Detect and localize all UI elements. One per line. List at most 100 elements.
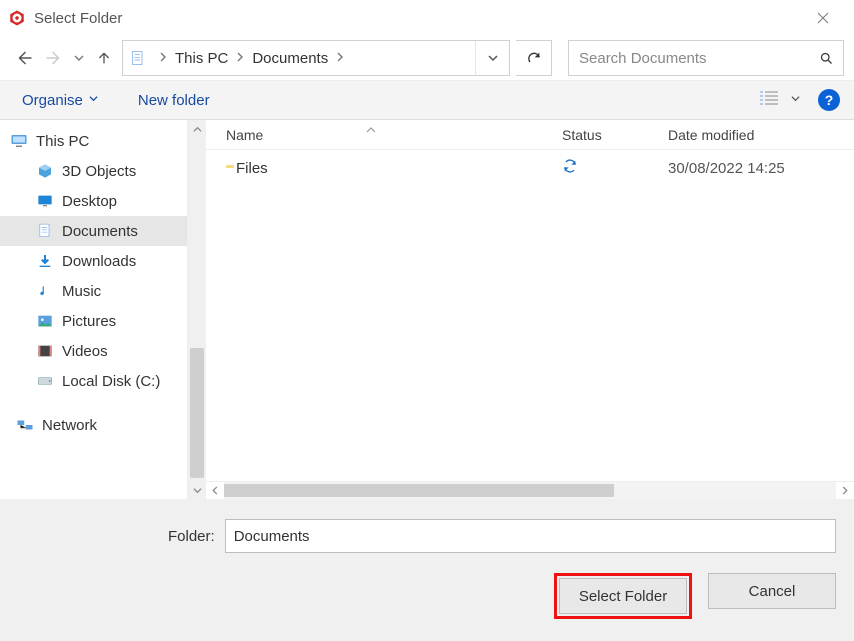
organise-button[interactable]: Organise [14,88,106,113]
scroll-right-button[interactable] [836,482,854,499]
folder-line: Folder: [18,519,836,553]
folder-label: Folder: [18,528,215,545]
tree-desktop[interactable]: Desktop [0,186,187,216]
hscroll-track[interactable] [224,482,836,499]
column-status[interactable]: Status [562,127,668,143]
pictures-icon [36,312,54,330]
disk-icon [36,372,54,390]
button-row: Select Folder Cancel [18,573,836,619]
tree-label: Music [62,283,101,300]
up-button[interactable] [92,44,116,72]
column-date-label: Date modified [668,127,754,143]
horizontal-scrollbar[interactable] [206,481,854,499]
view-list-icon [759,90,779,110]
search-input[interactable] [577,49,817,68]
address-dropdown-button[interactable] [475,41,509,75]
file-row[interactable]: Files 30/08/2022 14:25 [206,150,854,186]
app-icon [8,9,26,27]
chevron-right-icon[interactable] [155,51,171,65]
file-pane: Name Status Date modified Files [206,120,854,499]
scroll-track[interactable] [188,138,206,481]
download-icon [36,252,54,270]
chevron-right-icon[interactable] [332,51,348,65]
folder-input[interactable] [225,519,836,553]
music-icon [36,282,54,300]
tree-documents[interactable]: Documents [0,216,187,246]
back-button[interactable] [12,44,36,72]
tree-label: Documents [62,223,138,240]
tree-videos[interactable]: Videos [0,336,187,366]
column-name-label: Name [226,127,263,143]
chevron-down-icon [791,94,800,106]
network-icon [16,416,34,434]
tree-scrollbar[interactable] [187,120,206,499]
file-name: Files [236,160,268,177]
breadcrumb-thispc[interactable]: This PC [171,50,232,67]
scroll-up-button[interactable] [188,120,206,138]
window-title: Select Folder [34,10,122,27]
computer-icon [10,132,28,150]
address-bar[interactable]: This PC Documents [122,40,510,76]
title-bar: Select Folder [0,0,854,36]
file-date: 30/08/2022 14:25 [668,160,785,177]
scroll-left-button[interactable] [206,482,224,499]
chevron-down-icon [89,94,98,106]
tree-label: 3D Objects [62,163,136,180]
column-date[interactable]: Date modified [668,127,854,143]
file-status-cell [562,158,668,178]
navigation-tree: This PC 3D Objects Desktop Documents Dow… [0,120,187,499]
breadcrumb-documents[interactable]: Documents [248,50,332,67]
organise-label: Organise [22,92,83,109]
help-button[interactable]: ? [818,89,840,111]
select-folder-highlight: Select Folder [554,573,692,619]
tree-network[interactable]: Network [0,410,187,440]
tree-label: Pictures [62,313,116,330]
recent-locations-button[interactable] [72,53,86,63]
new-folder-button[interactable]: New folder [130,88,218,113]
footer: Folder: Select Folder Cancel [0,499,854,641]
tree-3d-objects[interactable]: 3D Objects [0,156,187,186]
forward-button[interactable] [42,44,66,72]
tree-thispc[interactable]: This PC [0,126,187,156]
columns-header: Name Status Date modified [206,120,854,150]
select-folder-label: Select Folder [579,588,667,605]
tree-label: Downloads [62,253,136,270]
select-folder-button[interactable]: Select Folder [559,578,687,614]
sync-icon [562,158,578,178]
tree-label: This PC [36,133,89,150]
cancel-button[interactable]: Cancel [708,573,836,609]
column-status-label: Status [562,127,602,143]
document-icon [36,222,54,240]
search-icon[interactable] [817,51,835,66]
toolbar: Organise New folder ? [0,80,854,120]
tree-label: Network [42,417,97,434]
view-options-button[interactable] [755,86,804,114]
file-date-cell: 30/08/2022 14:25 [668,160,854,177]
desktop-icon [36,192,54,210]
column-name[interactable]: Name [206,127,562,143]
sort-ascending-icon [366,126,376,137]
chevron-right-icon[interactable] [232,51,248,65]
search-box[interactable] [568,40,844,76]
scroll-thumb[interactable] [190,348,204,478]
body: This PC 3D Objects Desktop Documents Dow… [0,120,854,499]
document-icon [129,49,147,67]
tree-pictures[interactable]: Pictures [0,306,187,336]
select-folder-dialog: Select Folder This PC [0,0,854,641]
file-name-cell: Files [206,160,562,177]
videos-icon [36,342,54,360]
tree-label: Local Disk (C:) [62,373,160,390]
file-list: Files 30/08/2022 14:25 [206,150,854,481]
nav-row: This PC Documents [0,36,854,80]
scroll-down-button[interactable] [188,481,206,499]
new-folder-label: New folder [138,92,210,109]
cancel-label: Cancel [749,583,796,600]
close-button[interactable] [800,0,846,36]
tree-local-disk[interactable]: Local Disk (C:) [0,366,187,396]
refresh-button[interactable] [516,40,552,76]
tree-label: Desktop [62,193,117,210]
hscroll-thumb[interactable] [224,484,614,497]
cube-icon [36,162,54,180]
tree-downloads[interactable]: Downloads [0,246,187,276]
tree-music[interactable]: Music [0,276,187,306]
